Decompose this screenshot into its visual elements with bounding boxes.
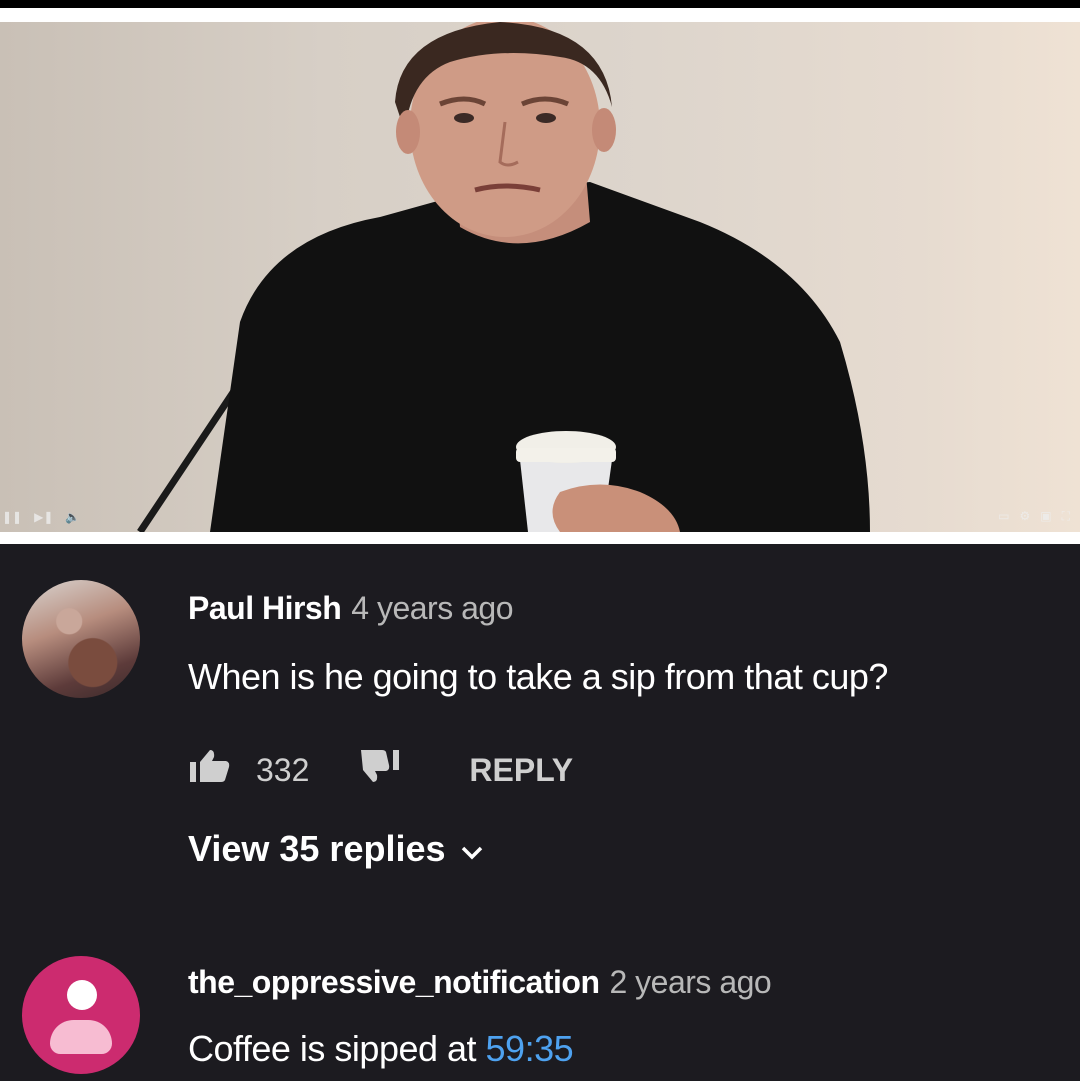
top-border <box>0 8 1080 22</box>
comment-time: 2 years ago <box>609 964 772 1000</box>
player-controls-right: ▭ ⚙ ▣ ⛶ <box>998 509 1070 524</box>
volume-icon[interactable]: 🔈 <box>65 510 80 524</box>
player-controls-left: ❚❚ ▶❚ 🔈 <box>2 510 80 524</box>
thumbs-up-icon[interactable] <box>188 748 232 792</box>
comment-body: Coffee is sipped at <box>188 1028 486 1069</box>
like-count: 332 <box>256 751 310 788</box>
avatar[interactable] <box>22 580 140 698</box>
timestamp-link[interactable]: 59:35 <box>486 1028 574 1069</box>
comments-section: Paul Hirsh 4 years ago When is he going t… <box>0 544 1080 1081</box>
comment-author[interactable]: Paul Hirsh 4 years ago <box>188 590 513 627</box>
video-frame-image <box>137 22 870 532</box>
view-replies-label: View 35 replies <box>188 828 446 869</box>
reply-button[interactable]: REPLY <box>469 752 573 789</box>
comment-text: Coffee is sipped at 59:35 <box>188 1028 574 1070</box>
comment-actions: 332 REPLY <box>188 748 573 792</box>
comment-time: 4 years ago <box>351 590 513 626</box>
view-replies-button[interactable]: View 35 replies <box>188 828 484 870</box>
pause-icon[interactable]: ❚❚ <box>2 510 22 524</box>
person-icon <box>67 980 97 1010</box>
fullscreen-icon[interactable]: ⛶ <box>1062 509 1070 524</box>
divider <box>0 532 1080 544</box>
captions-icon[interactable]: ▭ <box>998 509 1009 524</box>
next-icon[interactable]: ▶❚ <box>34 510 53 524</box>
author-name[interactable]: Paul Hirsh <box>188 590 342 626</box>
comment-text: When is he going to take a sip from that… <box>188 656 888 697</box>
avatar[interactable] <box>22 956 140 1074</box>
bottom-border <box>0 1081 1080 1091</box>
miniplayer-icon[interactable]: ▣ <box>1040 509 1051 524</box>
person-icon-body <box>50 1020 112 1054</box>
chevron-down-icon <box>460 828 484 870</box>
thumbs-down-icon[interactable] <box>357 748 401 792</box>
author-name[interactable]: the_oppressive_notification <box>188 964 600 1000</box>
comment-author[interactable]: the_oppressive_notification 2 years ago <box>188 964 772 1001</box>
video-player[interactable]: ❚❚ ▶❚ 🔈 ▭ ⚙ ▣ ⛶ <box>0 22 1080 532</box>
settings-icon[interactable]: ⚙ <box>1019 509 1030 524</box>
